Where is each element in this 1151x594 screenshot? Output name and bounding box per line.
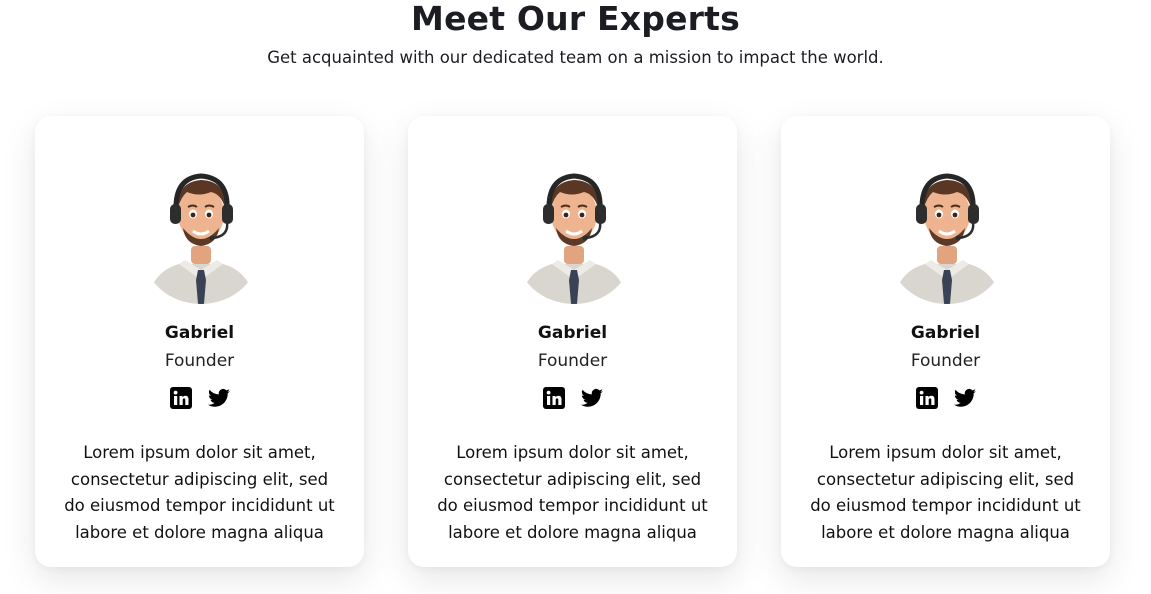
support-agent-avatar: [516, 173, 632, 304]
team-card: Gabriel Founder Lorem ipsum dolor sit am…: [781, 116, 1110, 567]
team-cards: Gabriel Founder Lorem ipsum dolor sit am…: [35, 116, 1111, 567]
twitter-icon[interactable]: [953, 386, 977, 410]
linkedin-icon[interactable]: [915, 386, 939, 410]
social-links: [408, 386, 737, 410]
section-title: Meet Our Experts: [411, 0, 740, 38]
team-card: Gabriel Founder Lorem ipsum dolor sit am…: [408, 116, 737, 567]
team-card: Gabriel Founder Lorem ipsum dolor sit am…: [35, 116, 364, 567]
twitter-icon[interactable]: [207, 386, 231, 410]
support-agent-avatar: [143, 173, 259, 304]
member-bio: Lorem ipsum dolor sit amet, consectetur …: [810, 443, 1081, 542]
social-links: [35, 386, 364, 410]
member-bio: Lorem ipsum dolor sit amet, consectetur …: [437, 443, 708, 542]
section-header: Meet Our Experts Get acquainted with our…: [0, 0, 1151, 68]
member-name: Gabriel: [164, 323, 235, 343]
avatar: [516, 164, 632, 304]
team-section: Meet Our Experts Get acquainted with our…: [0, 0, 1151, 594]
member-role: Founder: [910, 351, 981, 371]
member-name: Gabriel: [537, 323, 608, 343]
twitter-icon[interactable]: [580, 386, 604, 410]
support-agent-avatar: [889, 173, 1005, 304]
linkedin-icon[interactable]: [542, 386, 566, 410]
member-role: Founder: [537, 351, 608, 371]
avatar: [143, 164, 259, 304]
social-links: [781, 386, 1110, 410]
member-bio: Lorem ipsum dolor sit amet, consectetur …: [64, 443, 335, 542]
linkedin-icon[interactable]: [169, 386, 193, 410]
avatar: [889, 164, 1005, 304]
member-name: Gabriel: [910, 323, 981, 343]
section-subtitle: Get acquainted with our dedicated team o…: [267, 48, 884, 67]
member-role: Founder: [164, 351, 235, 371]
